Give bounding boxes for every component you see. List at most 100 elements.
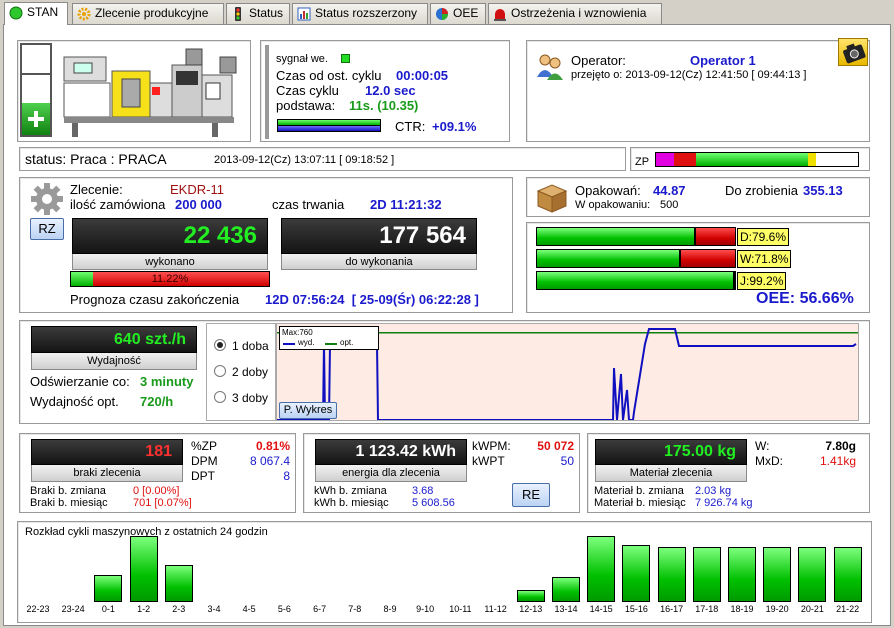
box-icon [536, 184, 568, 213]
package-panel: Opakowań: 44.87 Do zrobienia 355.13 W op… [526, 177, 870, 217]
add-icon[interactable] [22, 103, 50, 135]
cycle-time-value: 12.0 sec [365, 83, 416, 98]
cycle-bar-18-19 [728, 547, 756, 602]
tab-bar: STAN Zlecenie produkcyjne Status Status … [2, 2, 892, 25]
energy-shift-value: 3.68 [412, 485, 434, 497]
gear-icon [77, 7, 91, 21]
radio-1-doba[interactable] [214, 339, 226, 351]
signal-label: sygnał we. [276, 53, 328, 65]
perf-display: 640 szt./h [31, 326, 197, 353]
cycle-tick-label: 2-3 [172, 604, 186, 614]
green-circle-icon [9, 6, 23, 20]
cycle-tick-label: 10-11 [449, 604, 472, 614]
kwpm-value: 50 072 [537, 439, 574, 453]
cycle-tick-label: 11-12 [484, 604, 507, 614]
signal-indicator [341, 54, 350, 63]
cycle-tick-label: 16-17 [660, 604, 684, 614]
tab-status[interactable]: Status [226, 3, 290, 24]
kwpt-label: kWPT [472, 454, 505, 468]
todo-display: 177 564 [281, 218, 477, 254]
radio-2-doby[interactable] [214, 365, 226, 377]
traffic-light-icon [231, 7, 245, 21]
rz-button[interactable]: RZ [30, 218, 64, 240]
perf-chart-legend: Max:760 wyd. opt. [279, 326, 379, 350]
cycle-bar-17-18 [692, 547, 721, 602]
cycle-tick-label: 1-2 [137, 604, 151, 614]
material-display: 175.00 kg [595, 439, 747, 465]
performance-chart: Max:760 wyd. opt. P. Wykres [276, 323, 859, 421]
oee-performance-good [536, 249, 680, 268]
material-caption: Materiał zlecenia [595, 465, 747, 482]
re-button[interactable]: RE [512, 483, 550, 507]
legend-wyd-swatch [283, 343, 295, 345]
oee-quality-label: J:99.2% [737, 272, 787, 290]
package-todo-label: Do zrobienia [725, 183, 798, 198]
camera-button[interactable] [838, 38, 868, 66]
perf-caption: Wydajność [31, 353, 197, 370]
cycle-since-value: 00:00:05 [396, 68, 449, 83]
dpt-value: 8 [283, 469, 290, 483]
oee-quality-loss [734, 271, 736, 290]
cycle-bar-19-20 [763, 547, 792, 602]
tab-ostrzezenia[interactable]: Ostrzeżenia i wznowienia [488, 3, 662, 24]
cycle-bar-12-13 [516, 590, 545, 602]
cycle-since-label: Czas od ost. cyklu [276, 68, 382, 83]
machine-status-column [20, 43, 52, 137]
package-label: Opakowań: [575, 183, 641, 198]
oee-availability-loss [695, 227, 736, 246]
cycle-bar-16-17 [657, 547, 686, 602]
order-progress-text: 11.22% [151, 273, 189, 285]
tab-zlecenie-produkcyjne[interactable]: Zlecenie produkcyjne [72, 3, 224, 24]
zp-label: ZP [635, 156, 650, 168]
radio-1-doba-label: 1 doba [232, 339, 269, 353]
material-w-label: W: [755, 439, 770, 453]
duration-value: 2D 11:21:32 [370, 197, 442, 212]
oee-performance-loss [680, 249, 736, 268]
cycle-bar-21-22 [833, 547, 862, 602]
inpack-value: 500 [660, 199, 679, 211]
cycle-tick-label: 19-20 [765, 604, 789, 614]
oee-quality-good [536, 271, 734, 290]
material-shift-label: Materiał b. zmiana [594, 485, 684, 497]
material-shift-value: 2.03 kg [695, 485, 732, 497]
opt-value: 720/h [140, 394, 174, 409]
zp-timeline [655, 152, 859, 167]
cycle-tick-label: 9-10 [416, 604, 435, 614]
opt-label: Wydajność opt. [30, 394, 119, 409]
tab-oee[interactable]: OEE [430, 3, 486, 24]
todo-caption: do wykonania [281, 254, 477, 270]
radio-2-doby-label: 2 doby [232, 365, 269, 379]
cycle-tick-label: 14-15 [589, 604, 613, 614]
injection-machine-icon [63, 48, 237, 137]
scrap-shift-value: 0 [0.00%] [133, 485, 180, 497]
oee-total: OEE: 56.66% [756, 290, 854, 307]
chart-button[interactable]: P. Wykres [279, 402, 337, 419]
cycle-bar-20-21 [798, 547, 827, 602]
scrap-month-value: 701 [0.07%] [133, 497, 192, 509]
qty-value: 200 000 [175, 197, 222, 212]
inpack-label: W opakowaniu: [575, 199, 651, 211]
perf-max-label: Max:760 [282, 328, 313, 337]
ctr-value: +09.1% [432, 119, 477, 134]
radio-3-doby[interactable] [214, 391, 226, 403]
refresh-value: 3 minuty [140, 374, 194, 389]
package-value: 44.87 [653, 183, 686, 198]
scrap-shift-label: Braki b. zmiana [30, 485, 106, 497]
cycle-bar-14-15 [587, 536, 616, 602]
gear-icon [31, 183, 63, 215]
qty-label: ilość zamówiona [70, 197, 166, 212]
energy-shift-label: kWh b. zmiana [314, 485, 387, 497]
operator-name: Operator 1 [690, 53, 756, 68]
cycle-bar-15-16 [622, 545, 651, 602]
cycle-tick-label: 5-6 [277, 604, 291, 614]
tab-stan[interactable]: STAN [4, 2, 68, 25]
tab-status-rozszerzony[interactable]: Status rozszerzony [292, 3, 428, 24]
material-month-label: Materiał b. miesiąc [594, 497, 686, 509]
cycle-tick-label: 18-19 [730, 604, 754, 614]
forecast-value: 12D 07:56:24 [ 25-09(Śr) 06:22:28 ] [265, 292, 479, 307]
cycle-tick-label: 22-23 [26, 604, 50, 614]
alarm-icon [493, 7, 507, 21]
cycle-tick-label: 23-24 [61, 604, 85, 614]
cycle-tick-label: 8-9 [383, 604, 397, 614]
base-value: 11s. (10.35) [349, 98, 419, 113]
